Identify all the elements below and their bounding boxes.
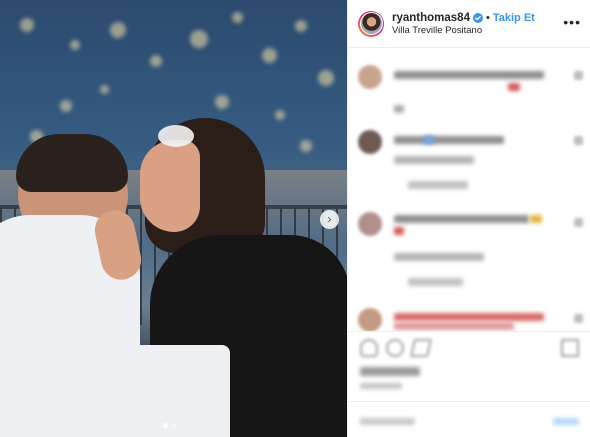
share-icon[interactable] [410, 339, 432, 357]
username-link[interactable]: ryanthomas84 [392, 12, 470, 24]
chevron-right-icon: › [327, 212, 332, 226]
carousel-dot-active [163, 423, 168, 428]
carousel-dot [172, 423, 177, 428]
comment-icon[interactable] [386, 339, 404, 357]
action-bar [348, 331, 590, 365]
post-photo[interactable]: › [0, 0, 347, 437]
likes-count[interactable] [360, 367, 420, 376]
follow-button[interactable]: Takip Et [493, 12, 535, 24]
post-header: ryanthomas84 • Takip Et Villa Treville P… [348, 0, 590, 48]
post-comment-button[interactable] [553, 418, 579, 425]
post-sidebar: ryanthomas84 • Takip Et Villa Treville P… [347, 0, 590, 437]
carousel-indicator [163, 423, 177, 428]
add-comment-bar [348, 401, 590, 437]
carousel-next-button[interactable]: › [320, 210, 339, 229]
more-options-icon[interactable]: ••• [563, 14, 581, 30]
comments-list [348, 48, 590, 331]
location-link[interactable]: Villa Treville Positano [392, 25, 581, 36]
verified-badge-icon [472, 12, 483, 23]
like-icon[interactable] [360, 339, 378, 357]
save-icon[interactable] [561, 339, 579, 357]
add-comment-input[interactable] [360, 418, 415, 425]
header-separator: • [485, 11, 490, 24]
instagram-post: › ryanthomas84 • Takip Et Villa Treville… [0, 0, 590, 437]
post-date [360, 383, 402, 389]
avatar[interactable] [358, 10, 384, 37]
